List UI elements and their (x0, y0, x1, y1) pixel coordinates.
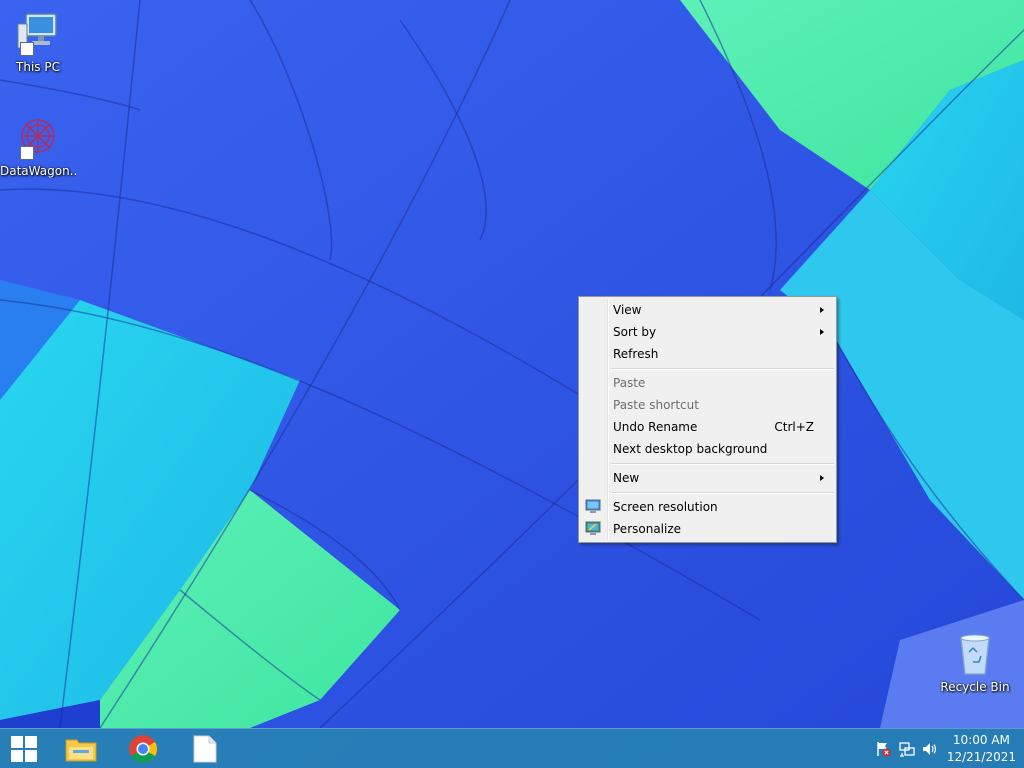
menu-item-paste-shortcut[interactable]: Paste shortcut (581, 394, 834, 416)
datawagon-icon (14, 114, 62, 162)
clock-time: 10:00 AM (952, 733, 1010, 747)
menu-item-personalize[interactable]: Personalize (581, 518, 834, 540)
menu-separator (611, 489, 834, 496)
submenu-arrow-icon (820, 329, 824, 335)
menu-item-sort-by[interactable]: Sort by (581, 321, 834, 343)
shortcut-arrow-icon (20, 146, 34, 160)
menu-item-label: Refresh (613, 347, 659, 361)
menu-item-label: Screen resolution (613, 500, 718, 514)
menu-item-refresh[interactable]: Refresh (581, 343, 834, 365)
menu-item-label: Sort by (613, 325, 657, 339)
menu-separator (611, 460, 834, 467)
taskbar-clock[interactable]: 10:00 AM 12/21/2021 (947, 732, 1016, 766)
submenu-arrow-icon (820, 475, 824, 481)
menu-item-view[interactable]: View (581, 299, 834, 321)
clock-date: 12/21/2021 (946, 750, 1016, 764)
menu-separator (611, 365, 834, 372)
desktop-icon-this-pc[interactable]: This PC (0, 10, 76, 74)
folder-icon (65, 739, 97, 762)
desktop-icon-label: DataWagon... (0, 164, 76, 178)
network-icon[interactable] (899, 741, 915, 757)
menu-item-label: Undo Rename (613, 420, 698, 434)
menu-item-next-desktop-background[interactable]: Next desktop background (581, 438, 834, 460)
menu-item-label: Paste shortcut (613, 398, 699, 412)
submenu-arrow-icon (820, 307, 824, 313)
taskbar-file-explorer[interactable] (52, 729, 110, 768)
speaker-volume-icon[interactable] (922, 741, 938, 757)
recycle-bin-icon (951, 630, 999, 678)
menu-item-paste[interactable]: Paste (581, 372, 834, 394)
menu-item-undo-rename[interactable]: Undo Rename Ctrl+Z (581, 416, 834, 438)
desktop-icon-label: Recycle Bin (940, 680, 1010, 694)
desktop-context-menu: View Sort by Refresh Paste Paste shortcu… (578, 296, 837, 543)
personalize-icon (585, 521, 601, 535)
menu-item-label: View (613, 303, 642, 317)
chrome-icon (129, 735, 157, 763)
menu-item-label: Paste (613, 376, 646, 390)
shortcut-arrow-icon (20, 42, 34, 56)
desktop-wallpaper (0, 0, 1024, 768)
menu-item-screen-resolution[interactable]: Screen resolution (581, 496, 834, 518)
start-button[interactable] (0, 729, 48, 768)
taskbar-chrome[interactable] (114, 729, 172, 768)
menu-item-label: Personalize (613, 522, 682, 536)
taskbar: 10:00 AM 12/21/2021 (0, 728, 1024, 768)
menu-item-label: New (613, 471, 640, 485)
blank-document-icon (193, 735, 217, 763)
windows-logo-icon (11, 736, 37, 762)
menu-item-new[interactable]: New (581, 467, 834, 489)
desktop-icon-recycle-bin[interactable]: Recycle Bin (937, 630, 1013, 694)
computer-icon (14, 10, 62, 58)
menu-item-label: Next desktop background (613, 442, 768, 456)
action-center-flag-icon[interactable] (875, 741, 891, 757)
desktop-icon-label: This PC (16, 60, 60, 74)
taskbar-document[interactable] (176, 729, 234, 768)
desktop-icon-datawagon[interactable]: DataWagon... (0, 114, 76, 178)
monitor-icon (585, 499, 601, 513)
keyboard-shortcut: Ctrl+Z (774, 420, 814, 434)
